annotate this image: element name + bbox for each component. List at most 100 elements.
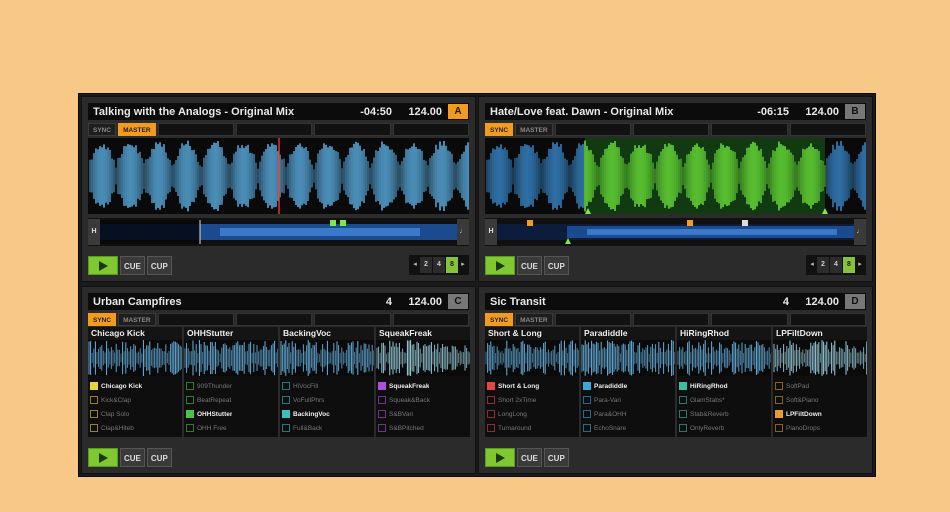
cue-marker bbox=[340, 220, 346, 226]
slot-waveform[interactable] bbox=[581, 340, 675, 376]
sample-cell[interactable]: SqueakFreak bbox=[378, 381, 468, 392]
overview-start-marker: H bbox=[485, 219, 497, 245]
remix-slot[interactable]: OHHStutter 909Thunder BeatRepeat OHHStutter… bbox=[184, 327, 278, 437]
sample-cell[interactable]: HiRingRhod bbox=[679, 381, 769, 392]
deck-letter-button[interactable]: C bbox=[448, 294, 468, 309]
slot-cells: SqueakFreak Squeak&Back S&BVari S&BPitched bbox=[376, 376, 470, 437]
sample-cell[interactable]: Stab&Reverb bbox=[679, 409, 769, 420]
slot-waveform[interactable] bbox=[773, 340, 867, 376]
sample-cell[interactable]: Clap&Hiteb bbox=[90, 423, 180, 434]
sync-button[interactable]: SYNC bbox=[88, 313, 117, 326]
cue-button[interactable]: CUE bbox=[120, 447, 145, 467]
cup-button[interactable]: CUP bbox=[543, 447, 569, 467]
master-button[interactable]: MASTER bbox=[118, 313, 156, 326]
slot-waveform[interactable] bbox=[184, 340, 278, 376]
sample-cell[interactable]: Squeak&Back bbox=[378, 395, 468, 406]
play-button[interactable] bbox=[485, 255, 515, 275]
sync-button[interactable]: SYNC bbox=[88, 123, 117, 136]
loop-size-2[interactable]: 2 bbox=[817, 257, 829, 273]
sample-cell[interactable]: SoftPad bbox=[775, 381, 865, 392]
play-button[interactable] bbox=[485, 447, 515, 467]
sample-cell[interactable]: EchoSnare bbox=[583, 423, 673, 434]
track-overview[interactable]: H ♩ bbox=[88, 218, 469, 246]
remix-slot[interactable]: HiRingRhod HiRingRhod GlamStabs* Stab&Rever… bbox=[677, 327, 771, 437]
track-overview[interactable]: H ♩ bbox=[485, 218, 866, 246]
remix-set-title: Sic Transit bbox=[490, 295, 546, 308]
sync-button[interactable]: SYNC bbox=[485, 123, 514, 136]
loop-size-8[interactable]: 8 bbox=[446, 257, 458, 273]
sample-cell[interactable]: OHH Free bbox=[186, 423, 276, 434]
cue-button[interactable]: CUE bbox=[120, 255, 145, 275]
sample-cell[interactable]: Turnaround bbox=[487, 423, 577, 434]
loop-size-4[interactable]: 4 bbox=[830, 257, 842, 273]
sample-cell[interactable]: Soft&Piano bbox=[775, 395, 865, 406]
sample-icon bbox=[583, 424, 591, 432]
play-button[interactable] bbox=[88, 255, 118, 275]
loop-prev-icon[interactable]: ◂ bbox=[808, 257, 816, 273]
play-button[interactable] bbox=[88, 447, 118, 467]
sample-icon bbox=[186, 382, 194, 390]
remix-slot[interactable]: Chicago Kick Chicago Kick Kick&Clap Clap So… bbox=[88, 327, 182, 437]
loop-size-4[interactable]: 4 bbox=[433, 257, 445, 273]
sample-cell[interactable]: Short & Long bbox=[487, 381, 577, 392]
deck-letter-button[interactable]: A bbox=[448, 104, 468, 119]
deck-letter-button[interactable]: D bbox=[845, 294, 865, 309]
sample-cell[interactable]: Full&Back bbox=[282, 423, 372, 434]
remix-slot[interactable]: Paradiddle Paradiddle Para-Vari Para&OHH Ech… bbox=[581, 327, 675, 437]
sample-label: HiRingRhod bbox=[690, 382, 728, 390]
tempo-bpm: 124.00 bbox=[408, 105, 442, 118]
cup-button[interactable]: CUP bbox=[146, 255, 172, 275]
remix-slot[interactable]: Short & Long Short & Long Short 2xTime Long… bbox=[485, 327, 579, 437]
sample-cell[interactable]: Para&OHH bbox=[583, 409, 673, 420]
loop-next-icon[interactable]: ▸ bbox=[856, 257, 864, 273]
sample-label: EchoSnare bbox=[594, 424, 627, 432]
loop-prev-icon[interactable]: ◂ bbox=[411, 257, 419, 273]
master-button[interactable]: MASTER bbox=[118, 123, 156, 136]
sample-cell[interactable]: OHHStutter bbox=[186, 409, 276, 420]
sample-cell[interactable]: BackingVoc bbox=[282, 409, 372, 420]
sample-cell[interactable]: S&BVari bbox=[378, 409, 468, 420]
sample-icon bbox=[186, 424, 194, 432]
sample-cell[interactable]: Paradiddle bbox=[583, 381, 673, 392]
sample-cell[interactable]: BeatRepeat bbox=[186, 395, 276, 406]
deck-letter-button[interactable]: B bbox=[845, 104, 865, 119]
sample-label: Paradiddle bbox=[594, 382, 628, 390]
remix-slot[interactable]: SqueakFreak SqueakFreak Squeak&Back S&BVari… bbox=[376, 327, 470, 437]
overview-strip[interactable] bbox=[497, 220, 854, 244]
sample-cell[interactable]: OnlyReverb bbox=[679, 423, 769, 434]
sync-button[interactable]: SYNC bbox=[485, 313, 514, 326]
loop-size-8[interactable]: 8 bbox=[843, 257, 855, 273]
sample-cell[interactable]: Chicago Kick bbox=[90, 381, 180, 392]
overview-strip[interactable] bbox=[100, 220, 457, 244]
loop-size-2[interactable]: 2 bbox=[420, 257, 432, 273]
slot-waveform[interactable] bbox=[485, 340, 579, 376]
sample-cell[interactable]: Para-Vari bbox=[583, 395, 673, 406]
slot-waveform[interactable] bbox=[280, 340, 374, 376]
remix-slot[interactable]: LPFiltDown SoftPad Soft&Piano LPFiltDown Pia… bbox=[773, 327, 867, 437]
sample-cell[interactable]: LPFiltDown bbox=[775, 409, 865, 420]
cup-button[interactable]: CUP bbox=[543, 255, 569, 275]
slot-waveform[interactable] bbox=[88, 340, 182, 376]
stripe-waveform[interactable] bbox=[88, 138, 469, 214]
sample-cell[interactable]: GlamStabs* bbox=[679, 395, 769, 406]
sample-cell[interactable]: VoFullPhrs bbox=[282, 395, 372, 406]
sample-cell[interactable]: Clap Solo bbox=[90, 409, 180, 420]
cue-button[interactable]: CUE bbox=[517, 447, 542, 467]
sample-cell[interactable]: HiVocFill bbox=[282, 381, 372, 392]
master-button[interactable]: MASTER bbox=[515, 123, 553, 136]
loop-next-icon[interactable]: ▸ bbox=[459, 257, 467, 273]
transport-row: CUE CUP ◂ 2 4 8 ▸ bbox=[88, 255, 469, 275]
sample-cell[interactable]: 909Thunder bbox=[186, 381, 276, 392]
sample-cell[interactable]: LongLong bbox=[487, 409, 577, 420]
sample-cell[interactable]: PianoDrops bbox=[775, 423, 865, 434]
cue-button[interactable]: CUE bbox=[517, 255, 542, 275]
sample-cell[interactable]: Short 2xTime bbox=[487, 395, 577, 406]
sample-cell[interactable]: S&BPitched bbox=[378, 423, 468, 434]
cup-button[interactable]: CUP bbox=[146, 447, 172, 467]
sample-cell[interactable]: Kick&Clap bbox=[90, 395, 180, 406]
master-button[interactable]: MASTER bbox=[515, 313, 553, 326]
slot-waveform[interactable] bbox=[376, 340, 470, 376]
stripe-waveform[interactable] bbox=[485, 138, 866, 214]
slot-waveform[interactable] bbox=[677, 340, 771, 376]
remix-slot[interactable]: BackingVoc HiVocFill VoFullPhrs BackingVoc F… bbox=[280, 327, 374, 437]
